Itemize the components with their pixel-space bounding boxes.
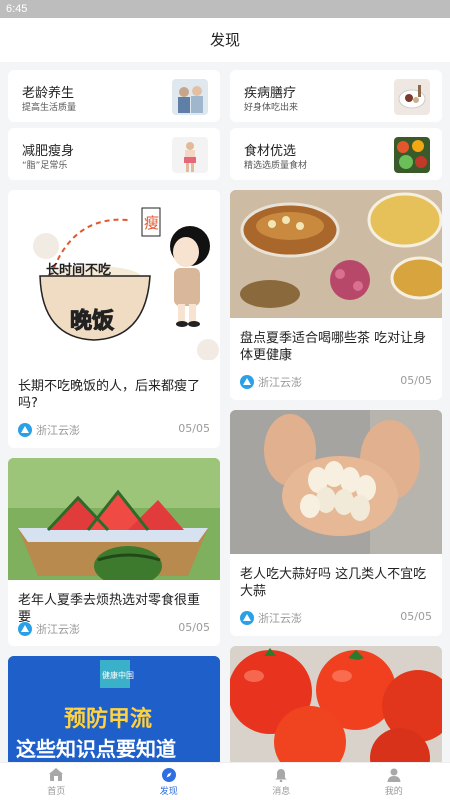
tab-discover[interactable]: 发现 xyxy=(113,763,226,800)
source-logo-icon xyxy=(18,622,32,636)
category-title: 老龄养生 xyxy=(22,86,75,101)
category-diet-therapy[interactable]: 疾病膳疗 好身体吃出来 xyxy=(230,70,442,122)
source-logo-icon xyxy=(18,423,32,437)
category-title: 减肥瘦身 xyxy=(22,144,75,159)
category-food-selection[interactable]: 食材优选 精选选质量食材 xyxy=(230,128,442,180)
tab-label: 发现 xyxy=(159,787,178,797)
category-title: 疾病膳疗 xyxy=(244,86,297,101)
category-thumbnail xyxy=(394,137,430,173)
compass-icon xyxy=(161,767,176,782)
article-image xyxy=(8,458,220,580)
category-thumbnail xyxy=(172,79,208,115)
image-text-c: 瘦 xyxy=(144,214,159,232)
source-name: 浙江云澎 xyxy=(258,612,302,625)
article-image xyxy=(230,410,442,554)
tab-mine[interactable]: 我的 xyxy=(338,763,450,800)
source-logo-icon xyxy=(240,611,254,625)
article-date: 05/05 xyxy=(178,422,210,435)
article-image xyxy=(230,646,442,766)
article-image xyxy=(230,190,442,318)
category-thumbnail xyxy=(394,79,430,115)
article-card[interactable] xyxy=(230,646,442,766)
image-headline-1: 预防甲流 xyxy=(64,706,152,732)
article-source: 浙江云澎 xyxy=(18,621,80,637)
article-source: 浙江云澎 xyxy=(240,610,302,626)
image-text-b: 晚饭 xyxy=(70,308,114,334)
source-name: 浙江云澎 xyxy=(258,376,302,389)
article-card[interactable]: 老人吃大蒜好吗 这几类人不宜吃大蒜 浙江云澎 05/05 xyxy=(230,410,442,636)
article-date: 05/05 xyxy=(400,374,432,387)
status-bar: 6:45 xyxy=(0,0,450,18)
article-title: 老人吃大蒜好吗 这几类人不宜吃大蒜 xyxy=(240,567,427,599)
article-date: 05/05 xyxy=(400,610,432,623)
tab-label: 我的 xyxy=(384,787,403,797)
tab-label: 首页 xyxy=(47,787,66,797)
status-time: 6:45 xyxy=(6,3,28,15)
article-source: 浙江云澎 xyxy=(240,374,302,390)
user-icon xyxy=(387,767,401,782)
article-source: 浙江云澎 xyxy=(18,422,80,438)
home-icon xyxy=(49,767,64,781)
category-thumbnail xyxy=(172,137,208,173)
page-title: 发现 xyxy=(0,18,450,62)
tab-label: 消息 xyxy=(272,787,291,797)
category-subtitle: 好身体吃出来 xyxy=(244,103,299,113)
category-subtitle: 提高生活质量 xyxy=(22,103,77,113)
category-subtitle: “脂”足常乐 xyxy=(22,161,68,171)
article-card[interactable]: 健康中国 预防甲流 这些知识点要知道 xyxy=(8,656,220,766)
article-image: 长时间不吃 晚饭 瘦 xyxy=(8,190,220,360)
bottom-tab-bar: 首页 发现 消息 我的 xyxy=(0,762,450,800)
article-title: 长期不吃晚饭的人，后来都瘦了吗? xyxy=(18,379,201,411)
tab-messages[interactable]: 消息 xyxy=(225,763,338,800)
image-headline-2: 这些知识点要知道 xyxy=(16,737,176,761)
source-logo-icon xyxy=(240,375,254,389)
article-date: 05/05 xyxy=(178,621,210,634)
source-name: 浙江云澎 xyxy=(36,424,80,437)
image-text-a: 长时间不吃 xyxy=(46,262,111,278)
bell-icon xyxy=(274,767,288,783)
category-subtitle: 精选选质量食材 xyxy=(244,161,308,171)
image-brand: 健康中国 xyxy=(102,670,134,680)
article-title: 盘点夏季适合喝哪些茶 吃对让身体更健康 xyxy=(240,331,427,363)
article-image: 健康中国 预防甲流 这些知识点要知道 xyxy=(8,656,220,766)
article-card[interactable]: 长时间不吃 晚饭 瘦 长期不吃晚饭的人，后来都瘦了吗? 浙江云澎 05/05 xyxy=(8,190,220,448)
source-name: 浙江云澎 xyxy=(36,623,80,636)
tab-home[interactable]: 首页 xyxy=(0,763,113,800)
category-elderly-health[interactable]: 老龄养生 提高生活质量 xyxy=(8,70,220,122)
article-card[interactable]: 老年人夏季去烦热选对零食很重要 浙江云澎 05/05 xyxy=(8,458,220,646)
category-weight-loss[interactable]: 减肥瘦身 “脂”足常乐 xyxy=(8,128,220,180)
category-title: 食材优选 xyxy=(244,144,297,159)
article-card[interactable]: 盘点夏季适合喝哪些茶 吃对让身体更健康 浙江云澎 05/05 xyxy=(230,190,442,400)
